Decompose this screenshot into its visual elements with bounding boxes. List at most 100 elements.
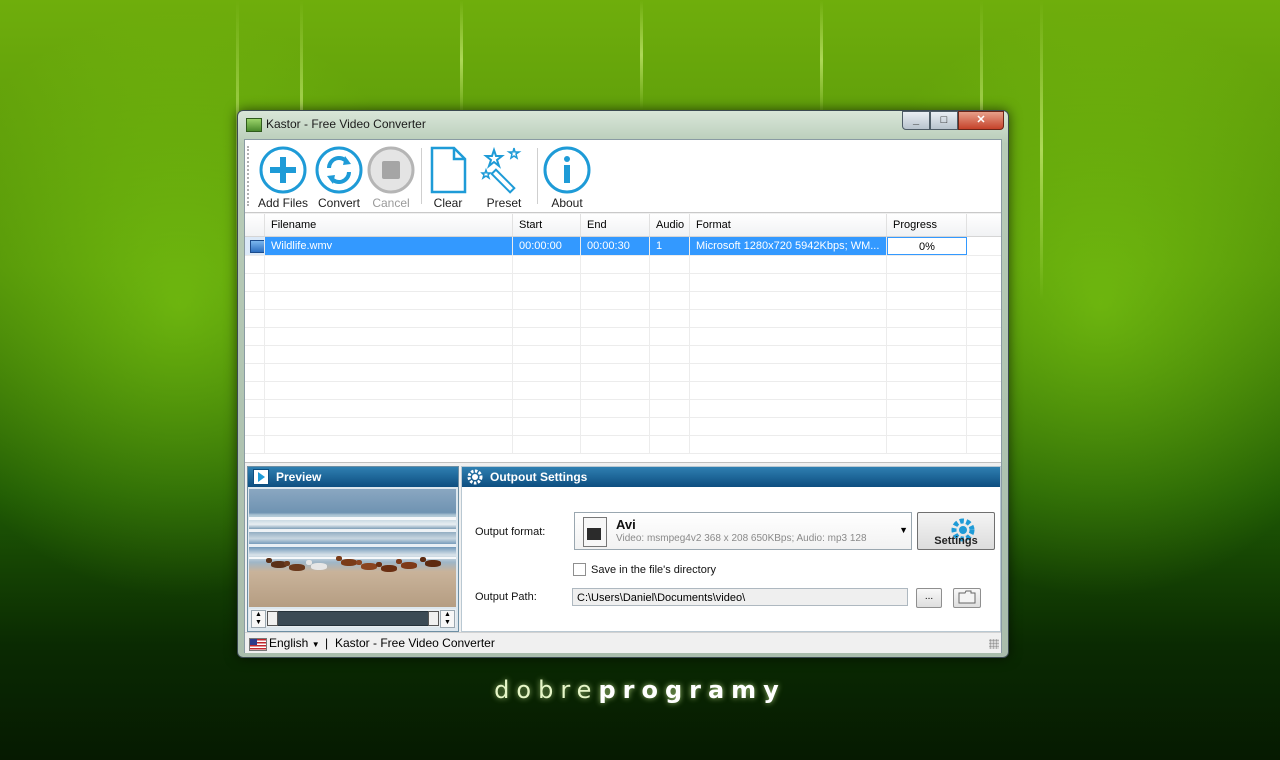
empty-cell [513, 435, 581, 453]
info-icon [543, 146, 591, 194]
close-button[interactable]: ✕ [958, 111, 1004, 130]
empty-cell [690, 255, 887, 273]
column-header-audio[interactable]: Audio [650, 214, 690, 236]
empty-cell [265, 273, 513, 291]
background-streak [640, 0, 643, 110]
cancel-label: Cancel [372, 196, 410, 210]
empty-cell [245, 309, 265, 327]
empty-cell [650, 417, 690, 435]
empty-cell [581, 399, 650, 417]
empty-cell [650, 435, 690, 453]
horse [376, 562, 397, 572]
background-streak [460, 0, 463, 120]
table-row[interactable]: Wildlife.wmv 00:00:00 00:00:30 1 Microso… [245, 237, 1001, 256]
column-header-filename[interactable]: Filename [265, 214, 513, 236]
column-header-start[interactable]: Start [513, 214, 581, 236]
add-files-button[interactable]: Add Files [257, 146, 309, 210]
document-icon [430, 146, 467, 194]
empty-cell [581, 435, 650, 453]
brand-bold: programy [598, 676, 786, 704]
preset-button[interactable]: Preset [479, 146, 529, 210]
settings-button-label: Settings [934, 535, 978, 547]
preview-header: Preview [248, 467, 458, 487]
client-area: Add Files Convert Cancel Clear Preset Ab… [244, 139, 1002, 653]
empty-row [245, 399, 1001, 418]
cell-audio: 1 [650, 237, 690, 255]
empty-cell [887, 273, 967, 291]
seek-start-handle[interactable] [267, 611, 278, 626]
format-description: Video: msmpeg4v2 368 x 208 650KBps; Audi… [616, 533, 867, 544]
add-files-label: Add Files [257, 196, 309, 210]
empty-row [245, 363, 1001, 382]
empty-row [245, 273, 1001, 292]
maximize-button[interactable]: □ [930, 111, 958, 130]
column-header-format[interactable]: Format [690, 214, 887, 236]
empty-cell [887, 435, 967, 453]
save-in-directory-checkbox[interactable] [573, 563, 586, 576]
horse [284, 561, 305, 571]
column-header-end[interactable]: End [581, 214, 650, 236]
clear-button[interactable]: Clear [425, 146, 471, 210]
empty-cell [513, 309, 581, 327]
file-format-icon [583, 517, 607, 547]
horse [356, 560, 377, 570]
empty-cell [245, 291, 265, 309]
empty-cell [887, 345, 967, 363]
empty-cell [690, 291, 887, 309]
empty-cell [887, 381, 967, 399]
empty-cell [650, 255, 690, 273]
chevron-down-icon: ▼ [311, 640, 320, 649]
row-icon-cell [245, 237, 265, 255]
cell-end: 00:00:30 [581, 237, 650, 255]
empty-cell [265, 345, 513, 363]
empty-cell [581, 327, 650, 345]
empty-cell [650, 291, 690, 309]
wave [249, 517, 456, 520]
empty-cell [513, 291, 581, 309]
resize-grip[interactable] [989, 639, 999, 649]
save-in-directory-label[interactable]: Save in the file's directory [591, 564, 716, 576]
seek-track[interactable] [267, 611, 439, 626]
preset-label: Preset [486, 196, 522, 210]
browse-button[interactable]: ... [916, 588, 942, 608]
cancel-button[interactable]: Cancel [367, 146, 415, 210]
empty-cell [245, 273, 265, 291]
empty-cell [887, 417, 967, 435]
settings-button[interactable]: Settings [917, 512, 995, 550]
preview-title: Preview [276, 470, 322, 484]
app-icon[interactable] [246, 118, 262, 132]
empty-cell [650, 309, 690, 327]
seek-end-handle[interactable] [428, 611, 439, 626]
frame-spinner[interactable]: ▲ ▼ [440, 610, 455, 628]
stop-icon [367, 146, 415, 194]
open-folder-button[interactable] [953, 588, 981, 608]
empty-cell [245, 327, 265, 345]
empty-cell [513, 345, 581, 363]
column-header-progress[interactable]: Progress [887, 214, 967, 236]
title-bar[interactable]: Kastor - Free Video Converter _ □ ✕ [238, 111, 1008, 137]
empty-cell [887, 291, 967, 309]
chevron-down-icon: ▼ [899, 525, 908, 535]
video-preview[interactable] [249, 489, 456, 607]
convert-button[interactable]: Convert [313, 146, 365, 210]
output-format-select[interactable]: Avi Video: msmpeg4v2 368 x 208 650KBps; … [574, 512, 912, 550]
language-selector[interactable]: English ▼ [269, 633, 320, 655]
toolbar-grip[interactable] [247, 146, 251, 206]
empty-cell [245, 255, 265, 273]
output-path-field[interactable]: C:\Users\Daniel\Documents\video\ [572, 588, 908, 606]
empty-cell [581, 273, 650, 291]
about-button[interactable]: About [543, 146, 591, 210]
volume-spinner[interactable]: ▲ ▼ [251, 610, 266, 628]
empty-cell [690, 273, 887, 291]
empty-cell [650, 345, 690, 363]
empty-cell [245, 399, 265, 417]
minimize-button[interactable]: _ [902, 111, 930, 130]
horse [396, 559, 417, 569]
empty-cell [513, 399, 581, 417]
horse [336, 556, 357, 566]
empty-cell [690, 435, 887, 453]
app-window: Kastor - Free Video Converter _ □ ✕ Add … [237, 110, 1009, 658]
empty-cell [513, 417, 581, 435]
file-list[interactable]: Filename Start End Audio Format Progress… [245, 214, 1001, 463]
empty-cell [245, 381, 265, 399]
